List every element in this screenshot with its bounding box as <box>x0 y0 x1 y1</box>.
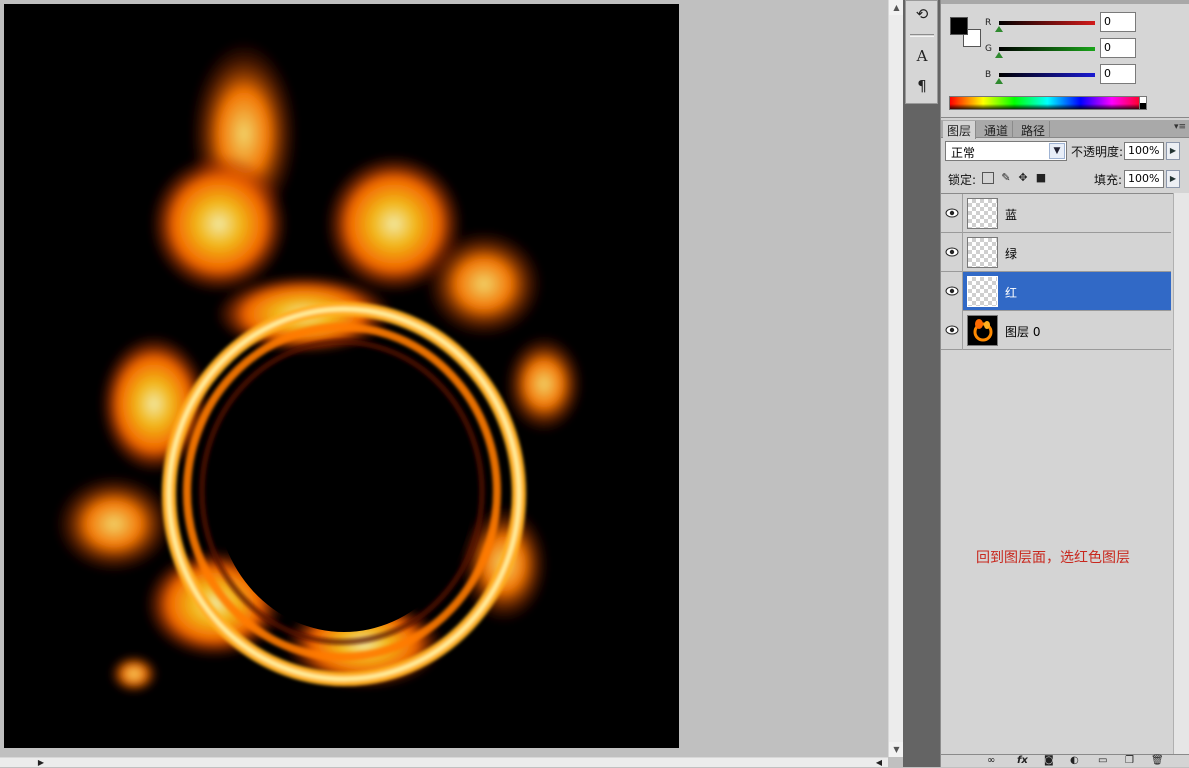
red-value-field[interactable]: 0 <box>1100 12 1136 32</box>
scroll-down-arrow-icon[interactable]: ▼ <box>889 742 904 757</box>
visibility-toggle[interactable] <box>941 311 963 350</box>
blue-slider-thumb[interactable] <box>995 78 1003 84</box>
layer-name: 图层 0 <box>1005 325 1041 339</box>
chevron-down-icon[interactable]: ▼ <box>1049 143 1065 159</box>
fire-ring-image <box>54 39 584 694</box>
color-panel: R 0 G 0 B 0 <box>941 0 1189 118</box>
layers-panel-tabs: 图层 通道 路径 ▾≡ <box>941 120 1189 139</box>
new-layer-icon[interactable]: ❐ <box>1125 755 1134 767</box>
scroll-up-arrow-icon[interactable]: ▲ <box>889 0 904 15</box>
layer-row-layer0[interactable]: 图层 0 <box>941 311 1171 350</box>
lock-label: 锁定: <box>948 173 977 187</box>
fill-label: 填充: <box>1094 173 1123 187</box>
layer-row-green[interactable]: 绿 <box>941 233 1171 272</box>
color-spectrum-bar[interactable] <box>949 96 1146 110</box>
link-layers-icon[interactable]: ∞ <box>987 755 995 767</box>
eye-icon <box>945 286 959 296</box>
delete-layer-icon[interactable]: 🗑 <box>1151 755 1164 767</box>
blue-value-field[interactable]: 0 <box>1100 64 1136 84</box>
layer-thumbnail <box>967 198 998 229</box>
layer-thumbnail <box>967 237 998 268</box>
lock-all-icon[interactable]: ■ <box>1035 172 1047 184</box>
layer-style-icon[interactable]: fx <box>1017 755 1028 767</box>
layer-name: 绿 <box>1005 247 1018 261</box>
tab-paths[interactable]: 路径 <box>1017 121 1051 138</box>
canvas-vertical-scrollbar[interactable]: ▲ ▼ <box>888 0 904 757</box>
fill-arrow-icon[interactable]: ▶ <box>1166 170 1180 188</box>
layer-thumbnail <box>967 315 998 346</box>
blend-mode-value: 正常 <box>951 146 976 160</box>
eye-icon <box>945 247 959 257</box>
layer-name: 红 <box>1005 286 1018 300</box>
layer-thumbnail <box>967 276 998 307</box>
green-slider[interactable] <box>999 47 1095 51</box>
green-channel-label: G <box>985 44 992 54</box>
fire-thumbnail-image <box>973 319 993 342</box>
lock-transparency-icon[interactable] <box>982 172 994 184</box>
history-icon[interactable]: ⟲ <box>910 3 934 25</box>
lock-move-icon[interactable]: ✥ <box>1017 172 1029 184</box>
black-white-swatch[interactable] <box>1139 96 1147 110</box>
collapsed-panel-strip: ⟲ A ¶ <box>905 0 938 104</box>
add-mask-icon[interactable]: ◙ <box>1044 755 1054 767</box>
layers-panel-footer: ∞ fx ◙ ◐ ▭ ❐ 🗑 <box>941 754 1189 767</box>
opacity-arrow-icon[interactable]: ▶ <box>1166 142 1180 160</box>
layer-name: 蓝 <box>1005 208 1018 222</box>
fill-field[interactable]: 100% <box>1124 170 1164 188</box>
right-panel-dock: R 0 G 0 B 0 图层 通道 路径 ▾≡ 正常 ▼ 不透明度: 100% … <box>940 0 1189 767</box>
lock-paint-brush-icon[interactable]: ✎ <box>1000 172 1012 184</box>
layer-row-blue[interactable]: 蓝 <box>941 194 1171 233</box>
panel-gutter <box>903 0 940 767</box>
tab-channels[interactable]: 通道 <box>980 121 1014 138</box>
green-value-field[interactable]: 0 <box>1100 38 1136 58</box>
visibility-toggle[interactable] <box>941 233 963 272</box>
foreground-color-swatch[interactable] <box>950 17 968 35</box>
new-group-icon[interactable]: ▭ <box>1098 755 1107 767</box>
visibility-toggle[interactable] <box>941 272 963 311</box>
eye-icon <box>945 325 959 335</box>
document-canvas[interactable] <box>4 4 679 748</box>
blue-slider[interactable] <box>999 73 1095 77</box>
layer-row-red[interactable]: 红 <box>941 272 1171 311</box>
panel-menu-icon[interactable]: ▾≡ <box>1174 122 1186 132</box>
canvas-horizontal-scrollbar[interactable]: ▶ ◀ <box>0 757 888 767</box>
adjustment-layer-icon[interactable]: ◐ <box>1070 755 1079 767</box>
red-slider-thumb[interactable] <box>995 26 1003 32</box>
tab-layers[interactable]: 图层 <box>943 121 977 139</box>
opacity-field[interactable]: 100% <box>1124 142 1164 160</box>
layers-panel: 图层 通道 路径 ▾≡ 正常 ▼ 不透明度: 100% ▶ 锁定: ✎ ✥ ■ … <box>941 120 1189 767</box>
opacity-label: 不透明度: <box>1071 145 1124 159</box>
eye-icon <box>945 208 959 218</box>
paragraph-icon[interactable]: ¶ <box>910 75 934 97</box>
character-icon[interactable]: A <box>910 45 934 67</box>
canvas-workspace[interactable] <box>0 0 888 757</box>
red-channel-label: R <box>985 18 992 28</box>
blue-channel-label: B <box>985 70 992 80</box>
layer-list-scrollbar[interactable] <box>1173 193 1189 758</box>
strip-divider <box>910 34 934 37</box>
instruction-annotation: 回到图层面，选红色图层 <box>976 550 1130 566</box>
color-panel-tabs <box>941 0 1189 4</box>
red-slider[interactable] <box>999 21 1095 25</box>
blend-mode-select[interactable]: 正常 ▼ <box>945 141 1067 161</box>
visibility-toggle[interactable] <box>941 194 963 233</box>
layer-list: 蓝 绿 红 图层 0 回到图层面，选红色图层 <box>941 193 1173 758</box>
green-slider-thumb[interactable] <box>995 52 1003 58</box>
